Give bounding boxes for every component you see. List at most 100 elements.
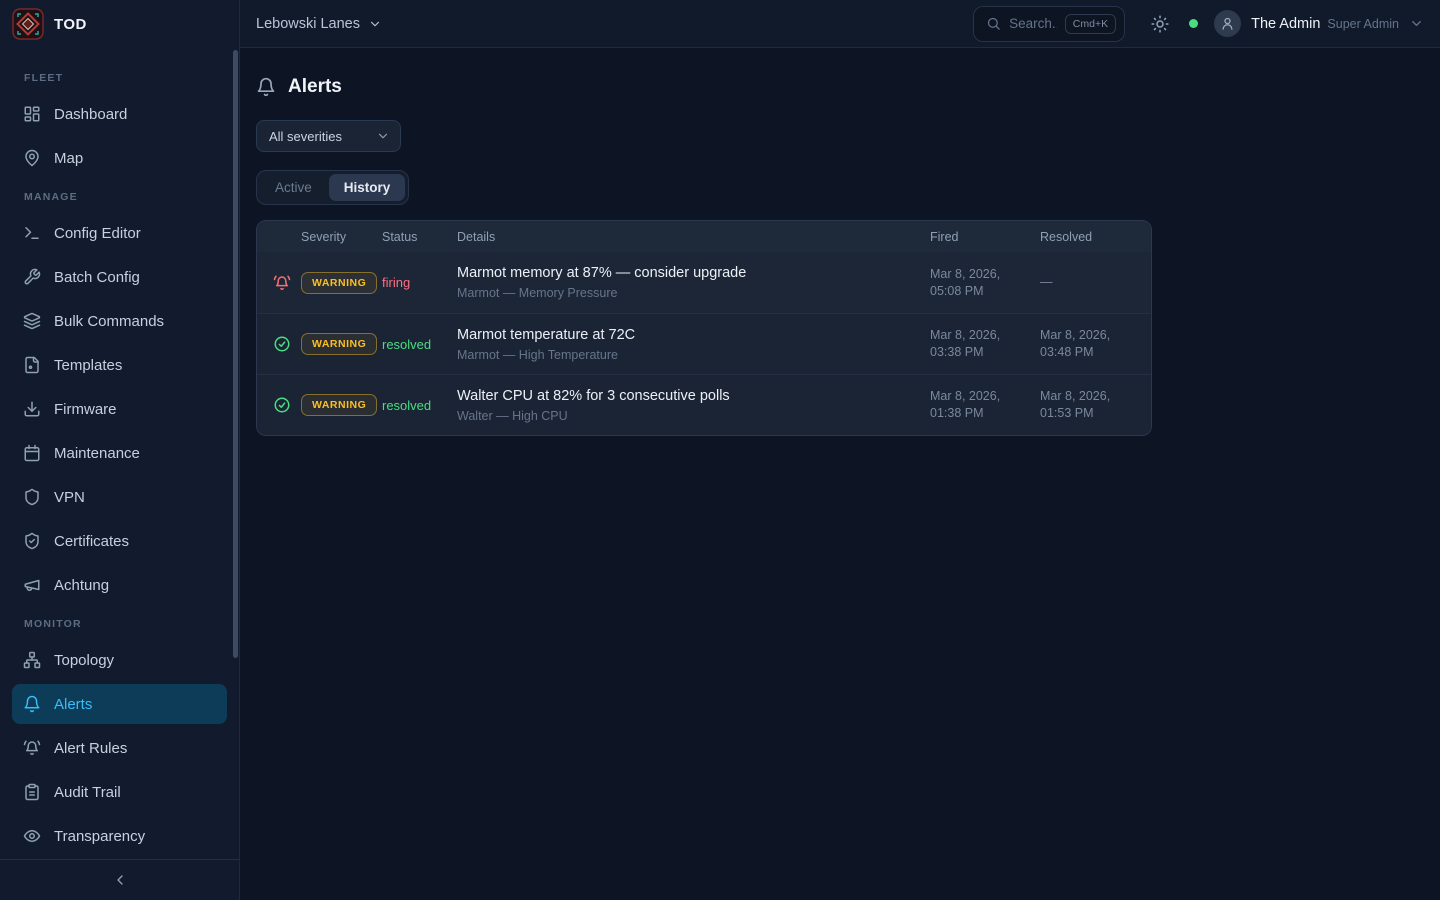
bell-ring-icon [273, 274, 291, 292]
sidebar-item-templates[interactable]: Templates [12, 345, 227, 385]
check-circle-icon [273, 335, 291, 353]
global-search[interactable]: Cmd+K [973, 6, 1125, 42]
site-selector[interactable]: Lebowski Lanes [256, 16, 382, 32]
alert-details-cell: Marmot memory at 87% — consider upgrade … [457, 265, 930, 300]
sidebar-item-achtung[interactable]: Achtung [12, 565, 227, 605]
table-header-row: Severity Status Details Fired Resolved [257, 221, 1151, 252]
sidebar-collapse-button[interactable] [0, 859, 239, 900]
sidebar-item-dashboard[interactable]: Dashboard [12, 94, 227, 134]
sidebar-item-label: Dashboard [54, 106, 127, 123]
alert-title: Marmot memory at 87% — consider upgrade [457, 265, 930, 281]
topbar: Lebowski Lanes Cmd+K The Admin Super Adm… [240, 0, 1440, 48]
sidebar-item-map[interactable]: Map [12, 138, 227, 178]
table-row[interactable]: WARNING resolved Walter CPU at 82% for 3… [257, 374, 1151, 435]
chevron-down-icon [376, 129, 390, 143]
bell-icon [256, 77, 276, 97]
sidebar-item-alert-rules[interactable]: Alert Rules [12, 728, 227, 768]
col-header-severity: Severity [301, 230, 382, 244]
search-input[interactable] [1009, 16, 1057, 31]
search-icon [986, 16, 1001, 31]
alert-subtitle: Marmot — Memory Pressure [457, 286, 930, 300]
resolved-timestamp: Mar 8, 2026, 03:48 PM [1040, 327, 1151, 361]
sidebar-item-label: Config Editor [54, 225, 141, 242]
col-header-resolved: Resolved [1040, 230, 1151, 244]
topbar-right: Cmd+K The Admin Super Admin [973, 6, 1424, 42]
row-icon-cell [257, 274, 291, 292]
user-role-badge: Super Admin [1327, 17, 1399, 31]
theme-toggle-sun-icon[interactable] [1151, 15, 1169, 33]
severity-badge: WARNING [301, 272, 377, 294]
severity-badge: WARNING [301, 333, 377, 355]
sidebar-item-label: Batch Config [54, 269, 140, 286]
severity-filter-select[interactable]: All severities [256, 120, 401, 152]
dashboard-icon [23, 105, 41, 123]
bell-ring-icon [23, 739, 41, 757]
sidebar-item-firmware[interactable]: Firmware [12, 389, 227, 429]
sidebar-item-topology[interactable]: Topology [12, 640, 227, 680]
sidebar-item-maintenance[interactable]: Maintenance [12, 433, 227, 473]
search-shortcut-badge: Cmd+K [1065, 14, 1116, 34]
shield-check-icon [23, 532, 41, 550]
topology-icon [23, 651, 41, 669]
sidebar-item-label: Alerts [54, 696, 92, 713]
sidebar-scrollbar[interactable] [233, 50, 238, 658]
sidebar-item-label: Topology [54, 652, 114, 669]
nav-section-monitor: MONITOR Topology Alerts Alert Rules [12, 618, 227, 856]
check-circle-icon [273, 396, 291, 414]
sidebar-item-transparency[interactable]: Transparency [12, 816, 227, 856]
terminal-icon [23, 224, 41, 242]
alert-subtitle: Marmot — High Temperature [457, 348, 930, 362]
app-logo[interactable]: TOD [0, 0, 239, 48]
sidebar-item-label: Certificates [54, 533, 129, 550]
bell-icon [23, 695, 41, 713]
eye-icon [23, 827, 41, 845]
status-text: resolved [382, 337, 457, 352]
alert-details-cell: Walter CPU at 82% for 3 consecutive poll… [457, 388, 930, 423]
col-header-details: Details [457, 230, 930, 244]
row-icon-cell [257, 335, 291, 353]
sidebar: TOD FLEET Dashboard Map MANAGE [0, 0, 240, 900]
alert-title: Walter CPU at 82% for 3 consecutive poll… [457, 388, 930, 404]
alert-title: Marmot temperature at 72C [457, 327, 930, 343]
sidebar-item-alerts[interactable]: Alerts [12, 684, 227, 724]
fired-timestamp: Mar 8, 2026, 03:38 PM [930, 327, 1040, 361]
resolved-timestamp: — [1040, 274, 1151, 291]
resolved-timestamp: Mar 8, 2026, 01:53 PM [1040, 388, 1151, 422]
tab-active[interactable]: Active [260, 174, 327, 201]
severity-filter-value: All severities [269, 129, 342, 144]
avatar[interactable] [1214, 10, 1241, 37]
sidebar-nav: FLEET Dashboard Map MANAGE Confi [0, 48, 239, 859]
chevron-left-icon [112, 872, 128, 888]
page-title: Alerts [288, 76, 342, 98]
nav-section-fleet: FLEET Dashboard Map [12, 72, 227, 178]
row-icon-cell [257, 396, 291, 414]
download-icon [23, 400, 41, 418]
app-logo-icon [12, 8, 44, 40]
wrench-icon [23, 268, 41, 286]
nav-section-manage: MANAGE Config Editor Batch Config Bulk C… [12, 191, 227, 605]
alert-subtitle: Walter — High CPU [457, 409, 930, 423]
col-header-fired: Fired [930, 230, 1040, 244]
sidebar-item-bulk-commands[interactable]: Bulk Commands [12, 301, 227, 341]
user-menu-chevron-down-icon[interactable] [1409, 16, 1424, 31]
chevron-down-icon [368, 17, 382, 31]
sidebar-item-audit-trail[interactable]: Audit Trail [12, 772, 227, 812]
app-title: TOD [54, 16, 87, 33]
sidebar-item-label: Alert Rules [54, 740, 127, 757]
page-header: Alerts [256, 76, 1440, 98]
col-header-status: Status [382, 230, 457, 244]
sidebar-item-label: Achtung [54, 577, 109, 594]
severity-badge: WARNING [301, 394, 377, 416]
sidebar-item-vpn[interactable]: VPN [12, 477, 227, 517]
table-row[interactable]: WARNING firing Marmot memory at 87% — co… [257, 252, 1151, 313]
tab-history[interactable]: History [329, 174, 406, 201]
map-pin-icon [23, 149, 41, 167]
sidebar-item-label: Audit Trail [54, 784, 121, 801]
sidebar-item-certificates[interactable]: Certificates [12, 521, 227, 561]
user-name: The Admin [1251, 16, 1320, 32]
table-row[interactable]: WARNING resolved Marmot temperature at 7… [257, 313, 1151, 374]
sidebar-item-batch-config[interactable]: Batch Config [12, 257, 227, 297]
sidebar-item-config-editor[interactable]: Config Editor [12, 213, 227, 253]
status-text: resolved [382, 398, 457, 413]
sidebar-item-label: Bulk Commands [54, 313, 164, 330]
